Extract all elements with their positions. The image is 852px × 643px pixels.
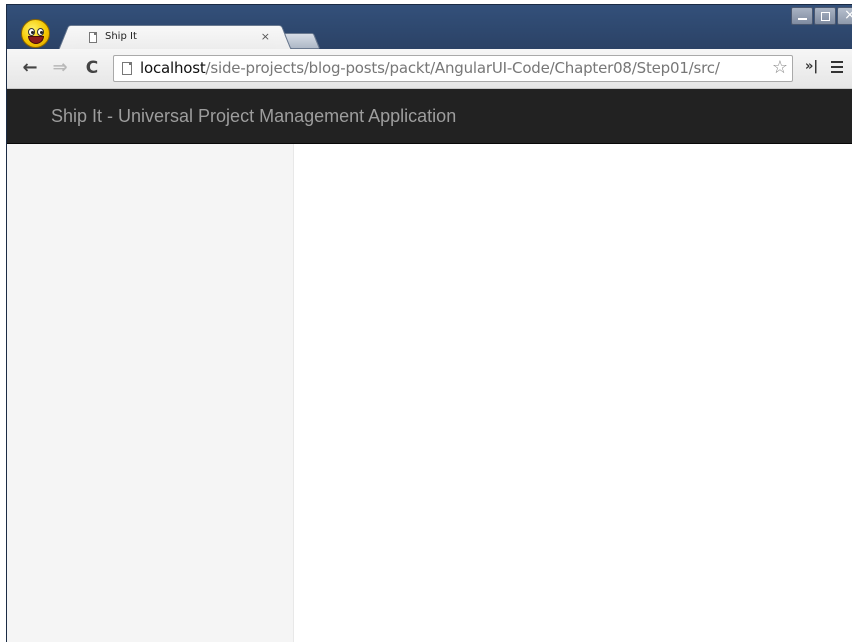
page-icon (89, 32, 97, 43)
url-host: localhost (140, 59, 206, 77)
smiley-logo-icon[interactable] (21, 19, 50, 48)
close-window-button[interactable] (837, 7, 852, 25)
minimize-button[interactable] (791, 7, 813, 25)
title-bar: Ship It × (7, 5, 852, 50)
url-path: /side-projects/blog-posts/packt/AngularU… (205, 59, 720, 77)
forward-button[interactable]: ⇒ (49, 57, 71, 79)
window-controls (791, 7, 852, 25)
sidebar (7, 144, 294, 642)
address-bar[interactable]: localhost/side-projects/blog-posts/packt… (113, 55, 793, 82)
browser-toolbar: ← ⇒ C localhost/side-projects/blog-posts… (7, 49, 852, 89)
navbar-brand[interactable]: Ship It - Universal Project Management A… (51, 106, 456, 127)
new-tab-button[interactable] (283, 33, 321, 49)
app-navbar: Ship It - Universal Project Management A… (7, 89, 852, 144)
extensions-overflow-button[interactable]: »| (805, 59, 818, 74)
maximize-button[interactable] (814, 7, 836, 25)
logo-eye-left (28, 28, 35, 36)
page-icon (122, 62, 132, 75)
main-content (294, 144, 852, 642)
tab-close-icon[interactable]: × (261, 30, 270, 43)
logo-mouth (28, 36, 44, 44)
browser-window: Ship It × ← ⇒ C localhost/side-projects/… (6, 4, 852, 642)
back-button[interactable]: ← (19, 57, 41, 79)
address-url[interactable]: localhost/side-projects/blog-posts/packt… (140, 59, 720, 77)
tab-ship-it[interactable]: Ship It × (71, 25, 279, 50)
web-page: Ship It - Universal Project Management A… (7, 89, 852, 642)
tab-title: Ship It (105, 31, 137, 42)
logo-eye-right (37, 28, 44, 36)
hamburger-menu-icon[interactable] (831, 61, 843, 73)
reload-button[interactable]: C (81, 57, 103, 79)
star-icon[interactable]: ☆ (772, 57, 788, 78)
